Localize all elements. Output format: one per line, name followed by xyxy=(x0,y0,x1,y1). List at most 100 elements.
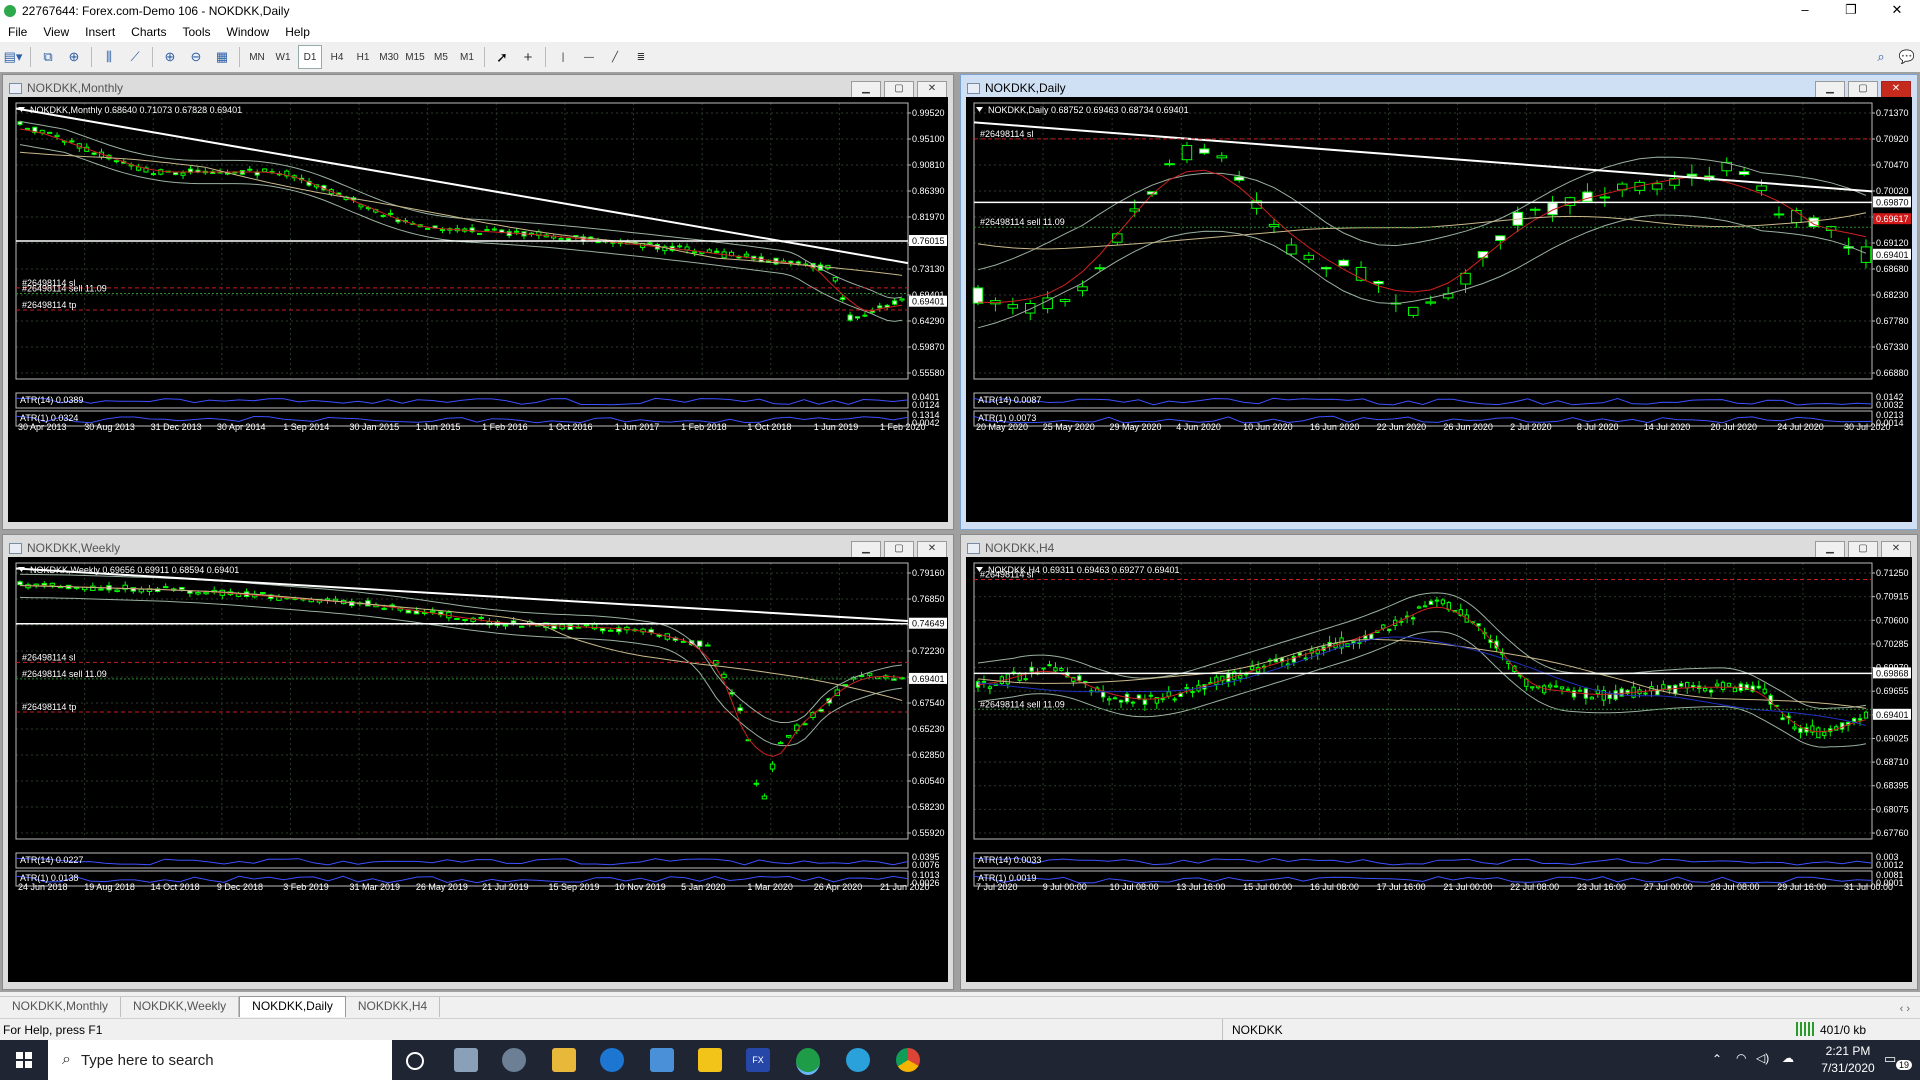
candle-body xyxy=(595,241,601,244)
chart-h4[interactable]: #26498114 sl #26498114 sell 11.09 NOKDKK,H… xyxy=(966,557,1912,982)
moving-average-tan xyxy=(19,151,903,276)
timeframe-w1[interactable]: W1 xyxy=(272,46,294,68)
taskbar-time[interactable]: 2:21 PM xyxy=(1810,1044,1886,1058)
menu-charts[interactable]: Charts xyxy=(123,25,174,39)
candle-body xyxy=(203,591,209,595)
candle-body xyxy=(1410,617,1416,620)
close-button[interactable]: ✕ xyxy=(1874,0,1920,22)
timeframe-h1[interactable]: H1 xyxy=(352,46,374,68)
timeframe-mn[interactable]: MN xyxy=(246,46,268,68)
search-icon: ⌕ xyxy=(62,1051,71,1068)
cursor-icon[interactable]: ➚ xyxy=(491,46,513,68)
price-label: 0.70020 xyxy=(1876,186,1909,196)
notification-badge: 19 xyxy=(1896,1060,1913,1070)
task-view-icon[interactable] xyxy=(454,1048,478,1072)
chart-window-monthly[interactable]: NOKDKK,Monthly ▁ ▢ ✕ #26498114 sl #26498114… xyxy=(2,74,954,530)
tab-monthly[interactable]: NOKDKK,Monthly xyxy=(0,997,122,1017)
timeframe-m5[interactable]: M5 xyxy=(430,46,452,68)
toolbar-separator xyxy=(91,47,92,67)
chrome-icon[interactable] xyxy=(896,1048,920,1072)
trendline-icon[interactable]: ╱ xyxy=(604,46,626,68)
candle-body xyxy=(1077,675,1082,681)
app-window-icon[interactable] xyxy=(650,1048,674,1072)
price-label: 0.67330 xyxy=(1876,342,1909,352)
candle-body xyxy=(1495,235,1506,242)
zoom-out-icon[interactable]: ⊖ xyxy=(185,46,207,68)
chart-window-daily[interactable]: NOKDKK,Daily ▁ ▢ ✕ #26498114 sl #26498114 s… xyxy=(960,74,1918,530)
tile-windows-icon[interactable]: ▦ xyxy=(211,46,233,68)
timeframe-d1[interactable]: D1 xyxy=(298,45,322,69)
timeframe-h4[interactable]: H4 xyxy=(326,46,348,68)
line-chart-icon[interactable]: ⟋ xyxy=(124,46,146,68)
search-icon[interactable]: ⌕ xyxy=(1870,46,1892,68)
chart-monthly[interactable]: #26498114 sl #26498114 sell 11.09 #2649811… xyxy=(8,97,948,522)
timeframe-m15[interactable]: M15 xyxy=(404,46,426,68)
search-placeholder: Type here to search xyxy=(80,1051,214,1069)
menu-tools[interactable]: Tools xyxy=(175,25,219,39)
tab-weekly[interactable]: NOKDKK,Weekly xyxy=(121,997,240,1017)
notification-icon[interactable]: ▭ xyxy=(1884,1051,1896,1067)
menu-window[interactable]: Window xyxy=(219,25,278,39)
menu-help[interactable]: Help xyxy=(277,25,318,39)
vertical-line-icon[interactable]: | xyxy=(552,46,574,68)
candle-body xyxy=(54,134,60,138)
windows-start-icon[interactable] xyxy=(16,1052,32,1068)
minimize-button[interactable]: – xyxy=(1782,0,1828,22)
chart-window-h4[interactable]: NOKDKK,H4 ▁ ▢ ✕ #26498114 sl #26498114 sell… xyxy=(960,534,1918,990)
candle-body xyxy=(1184,687,1189,690)
crosshair-target-icon[interactable]: ⊕ xyxy=(63,46,85,68)
crosshair-icon[interactable]: + xyxy=(517,46,539,68)
restore-button[interactable]: ❐ xyxy=(1828,0,1874,22)
tab-daily[interactable]: NOKDKK,Daily xyxy=(239,996,346,1017)
chart-weekly[interactable]: #26498114 sl #26498114 sell 11.09 #2649811… xyxy=(8,557,948,982)
candle-body xyxy=(1434,599,1440,602)
onedrive-icon[interactable]: ☁ xyxy=(1782,1051,1794,1065)
settings-app-icon[interactable] xyxy=(502,1048,526,1072)
tab-scroll-arrows[interactable]: ‹ › xyxy=(1890,1003,1920,1017)
candle-body xyxy=(1023,678,1028,681)
horizontal-line-icon[interactable]: — xyxy=(578,46,600,68)
wifi-icon[interactable]: ◠ xyxy=(1736,1051,1746,1065)
timeframe-m1[interactable]: M1 xyxy=(456,46,478,68)
edge-browser-icon[interactable] xyxy=(600,1048,624,1072)
taskbar-date[interactable]: 7/31/2020 xyxy=(1810,1061,1886,1075)
hline-price-label: 0.76015 xyxy=(912,236,945,246)
price-label: 0.70915 xyxy=(1876,592,1909,602)
cortana-icon[interactable] xyxy=(406,1052,424,1070)
chart-canvas: #26498114 sl #26498114 sell 11.09 #2649811… xyxy=(15,562,947,892)
candle-body xyxy=(854,316,861,319)
timeframe-m30[interactable]: M30 xyxy=(378,46,400,68)
taskbar-search[interactable]: ⌕ Type here to search xyxy=(48,1040,392,1080)
profiles-icon[interactable]: ⧉ xyxy=(37,46,59,68)
time-label: 13 Jul 16:00 xyxy=(1176,882,1225,892)
toolbar-separator xyxy=(545,47,546,67)
candle-body xyxy=(987,686,993,689)
zoom-in-icon[interactable]: ⊕ xyxy=(159,46,181,68)
bar-chart-icon[interactable]: ⫼ xyxy=(98,46,120,68)
channel-icon[interactable]: ≣ xyxy=(630,46,652,68)
fx-choice-icon[interactable]: FX xyxy=(746,1048,770,1072)
notes-app-icon[interactable] xyxy=(698,1048,722,1072)
candle-body xyxy=(1553,685,1559,688)
price-label: 0.55920 xyxy=(912,828,945,838)
price-label: 0.69025 xyxy=(1876,733,1909,743)
candle-body xyxy=(1863,711,1869,719)
metatrader-icon[interactable] xyxy=(796,1048,820,1075)
status-symbol: NOKDKK xyxy=(1232,1023,1283,1037)
volume-icon[interactable]: ◁) xyxy=(1756,1051,1769,1065)
menu-file[interactable]: File xyxy=(0,25,35,39)
chart-daily[interactable]: #26498114 sl #26498114 sell 11.09 NOKDKK,D… xyxy=(966,97,1912,522)
sell-price-label: 0.69617 xyxy=(1876,214,1909,224)
telegram-icon[interactable] xyxy=(846,1048,870,1072)
candle-body xyxy=(195,592,201,595)
chart-window-weekly[interactable]: NOKDKK,Weekly ▁ ▢ ✕ #26498114 sl #26498114 … xyxy=(2,534,954,990)
menu-insert[interactable]: Insert xyxy=(77,25,123,39)
time-label: 26 Jun 2020 xyxy=(1443,422,1493,432)
tab-h4[interactable]: NOKDKK,H4 xyxy=(346,997,441,1017)
menu-view[interactable]: View xyxy=(35,25,77,39)
file-explorer-icon[interactable] xyxy=(552,1048,576,1072)
atr14-scale-min: 0.0124 xyxy=(912,400,940,410)
new-chart-icon[interactable]: ▤▾ xyxy=(2,46,24,68)
chat-icon[interactable]: 💬 xyxy=(1896,46,1918,68)
tray-chevron-icon[interactable]: ⌃ xyxy=(1712,1052,1722,1066)
